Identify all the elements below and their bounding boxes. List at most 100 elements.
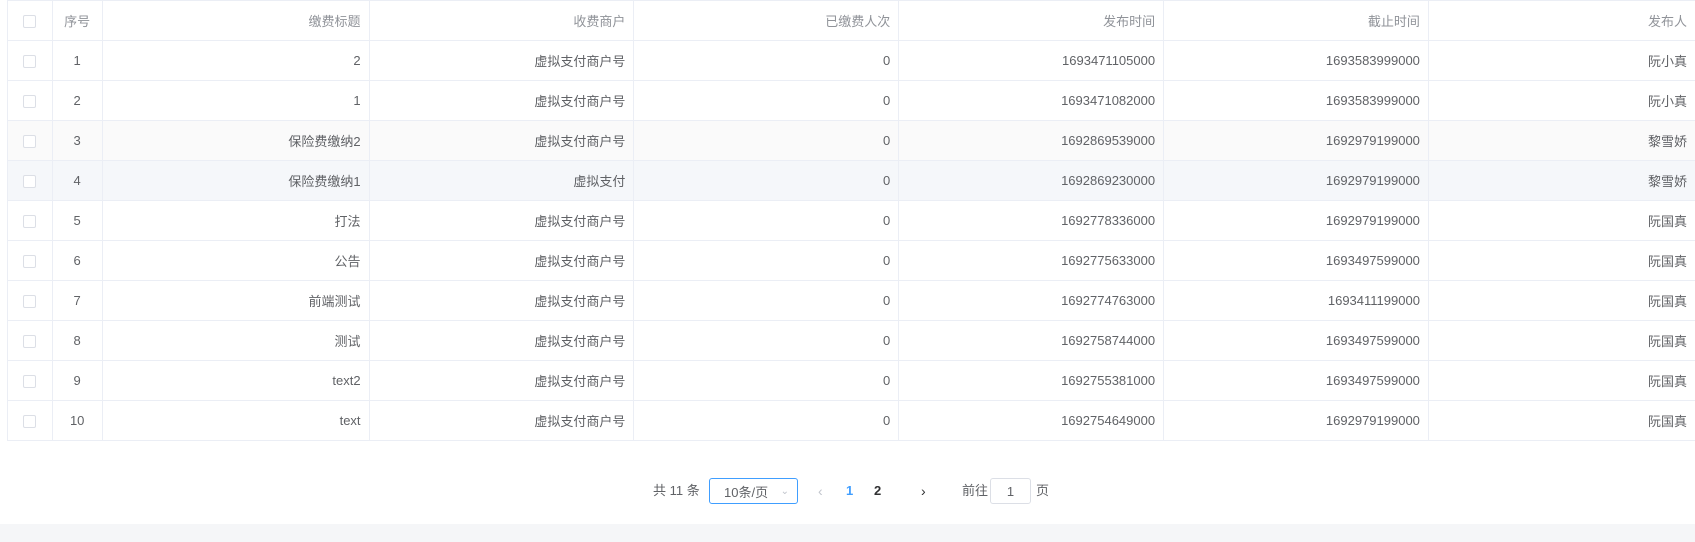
cell-deadline: 1692979199000 xyxy=(1163,200,1429,241)
cell-seq: 10 xyxy=(52,400,103,441)
cell-publisher: 阮小真 xyxy=(1428,80,1695,121)
page-button-2[interactable]: 2 xyxy=(874,478,881,504)
cell-seq: 2 xyxy=(52,80,103,121)
table-row[interactable]: 6 公告 虚拟支付商户号 0 1692775633000 1693497599000 阮国真 xyxy=(8,240,1695,281)
row-select-cell xyxy=(8,320,53,361)
cell-deadline: 1692979199000 xyxy=(1163,400,1429,441)
cell-deadline: 1693583999000 xyxy=(1163,80,1429,121)
goto-label: 前往 xyxy=(962,483,989,498)
cell-publish-time: 1692774763000 xyxy=(898,280,1165,321)
cell-merchant: 虚拟支付商户号 xyxy=(369,280,635,321)
row-checkbox[interactable] xyxy=(23,95,37,109)
cell-seq: 7 xyxy=(52,280,103,321)
cell-publisher: 阮国真 xyxy=(1428,400,1695,441)
cell-publisher: 阮国真 xyxy=(1428,280,1695,321)
select-all-cell xyxy=(8,1,53,41)
header-seq[interactable]: 序号 xyxy=(52,1,103,41)
cell-publisher: 阮小真 xyxy=(1428,40,1695,81)
header-paid-count[interactable]: 已缴费人次 xyxy=(633,1,900,41)
cell-publish-time: 1692778336000 xyxy=(898,200,1165,241)
chevron-right-icon[interactable]: › xyxy=(921,478,926,504)
row-select-cell xyxy=(8,240,53,281)
footer-band xyxy=(0,524,1695,542)
cell-seq: 5 xyxy=(52,200,103,241)
cell-publisher: 阮国真 xyxy=(1428,240,1695,281)
chevron-left-icon[interactable]: ‹ xyxy=(818,478,823,504)
row-select-cell xyxy=(8,80,53,121)
cell-deadline: 1693583999000 xyxy=(1163,40,1429,81)
select-all-checkbox[interactable] xyxy=(23,15,37,29)
page-button-1[interactable]: 1 xyxy=(846,478,853,504)
cell-title: 1 xyxy=(102,80,370,121)
row-select-cell xyxy=(8,160,53,201)
row-checkbox[interactable] xyxy=(23,335,37,349)
cell-paid-count: 0 xyxy=(633,80,900,121)
row-checkbox[interactable] xyxy=(23,375,37,389)
cell-publisher: 阮国真 xyxy=(1428,360,1695,401)
table-header: 序号 缴费标题 收费商户 已缴费人次 发布时间 截止时间 发布人 xyxy=(8,1,1695,41)
table-body: 1 2 虚拟支付商户号 0 1693471105000 1693583999000 阮小真 2… xyxy=(8,40,1695,441)
cell-merchant: 虚拟支付商户号 xyxy=(369,360,635,401)
cell-title: 2 xyxy=(102,40,370,81)
row-checkbox[interactable] xyxy=(23,295,37,309)
cell-paid-count: 0 xyxy=(633,40,900,81)
cell-merchant: 虚拟支付 xyxy=(369,160,635,201)
cell-publisher: 黎雪娇 xyxy=(1428,120,1695,161)
table-row[interactable]: 7 前端测试 虚拟支付商户号 0 1692774763000 1693411199000 阮… xyxy=(8,280,1695,321)
cell-title: text xyxy=(102,400,370,441)
cell-publish-time: 1692775633000 xyxy=(898,240,1165,281)
pagination-total: 共 11 条 xyxy=(653,483,700,498)
header-deadline[interactable]: 截止时间 xyxy=(1163,1,1429,41)
table-row[interactable]: 3 保险费缴纳2 虚拟支付商户号 0 1692869539000 169297919900… xyxy=(8,120,1695,161)
header-publish-time[interactable]: 发布时间 xyxy=(898,1,1165,41)
cell-merchant: 虚拟支付商户号 xyxy=(369,200,635,241)
row-select-cell xyxy=(8,400,53,441)
cell-merchant: 虚拟支付商户号 xyxy=(369,80,635,121)
payment-table: 序号 缴费标题 收费商户 已缴费人次 发布时间 截止时间 发布人 1 2 虚拟支付商… xyxy=(7,0,1695,441)
cell-paid-count: 0 xyxy=(633,200,900,241)
cell-title: 测试 xyxy=(102,320,370,361)
cell-seq: 1 xyxy=(52,40,103,81)
table-row[interactable]: 1 2 虚拟支付商户号 0 1693471105000 1693583999000 阮小真 xyxy=(8,40,1695,81)
pagination: 共 11 条 10条/页 ⌄ ‹ 1 2 › 前往 页 xyxy=(0,478,1695,504)
row-select-cell xyxy=(8,280,53,321)
cell-deadline: 1693411199000 xyxy=(1163,280,1429,321)
cell-publisher: 阮国真 xyxy=(1428,200,1695,241)
row-checkbox[interactable] xyxy=(23,255,37,269)
row-select-cell xyxy=(8,200,53,241)
header-publisher[interactable]: 发布人 xyxy=(1428,1,1695,41)
cell-merchant: 虚拟支付商户号 xyxy=(369,320,635,361)
table-row[interactable]: 8 测试 虚拟支付商户号 0 1692758744000 1693497599000 阮国真 xyxy=(8,320,1695,361)
cell-paid-count: 0 xyxy=(633,120,900,161)
cell-paid-count: 0 xyxy=(633,400,900,441)
cell-deadline: 1692979199000 xyxy=(1163,160,1429,201)
page-suffix-label: 页 xyxy=(1036,483,1050,498)
cell-merchant: 虚拟支付商户号 xyxy=(369,400,635,441)
cell-paid-count: 0 xyxy=(633,280,900,321)
cell-deadline: 1693497599000 xyxy=(1163,320,1429,361)
row-select-cell xyxy=(8,40,53,81)
row-checkbox[interactable] xyxy=(23,175,37,189)
table-row[interactable]: 10 text 虚拟支付商户号 0 1692754649000 1692979199000… xyxy=(8,400,1695,441)
row-checkbox[interactable] xyxy=(23,135,37,149)
row-checkbox[interactable] xyxy=(23,55,37,69)
header-title[interactable]: 缴费标题 xyxy=(102,1,370,41)
goto-page-input[interactable] xyxy=(990,478,1031,504)
cell-deadline: 1693497599000 xyxy=(1163,240,1429,281)
cell-paid-count: 0 xyxy=(633,160,900,201)
cell-publish-time: 1693471082000 xyxy=(898,80,1165,121)
table-row[interactable]: 4 保险费缴纳1 虚拟支付 0 1692869230000 1692979199000 黎雪… xyxy=(8,160,1695,201)
table-row[interactable]: 2 1 虚拟支付商户号 0 1693471082000 1693583999000 阮小真 xyxy=(8,80,1695,121)
table-row[interactable]: 9 text2 虚拟支付商户号 0 1692755381000 1693497599000… xyxy=(8,360,1695,401)
cell-title: 打法 xyxy=(102,200,370,241)
page-size-select[interactable]: 10条/页 ⌄ xyxy=(709,478,798,504)
table-row[interactable]: 5 打法 虚拟支付商户号 0 1692778336000 1692979199000 阮国真 xyxy=(8,200,1695,241)
header-merchant[interactable]: 收费商户 xyxy=(369,1,635,41)
row-checkbox[interactable] xyxy=(23,215,37,229)
page-size-value: 10条/页 xyxy=(724,484,769,500)
row-checkbox[interactable] xyxy=(23,415,37,429)
chevron-down-icon: ⌄ xyxy=(780,485,789,497)
cell-seq: 4 xyxy=(52,160,103,201)
cell-publish-time: 1692758744000 xyxy=(898,320,1165,361)
cell-merchant: 虚拟支付商户号 xyxy=(369,40,635,81)
